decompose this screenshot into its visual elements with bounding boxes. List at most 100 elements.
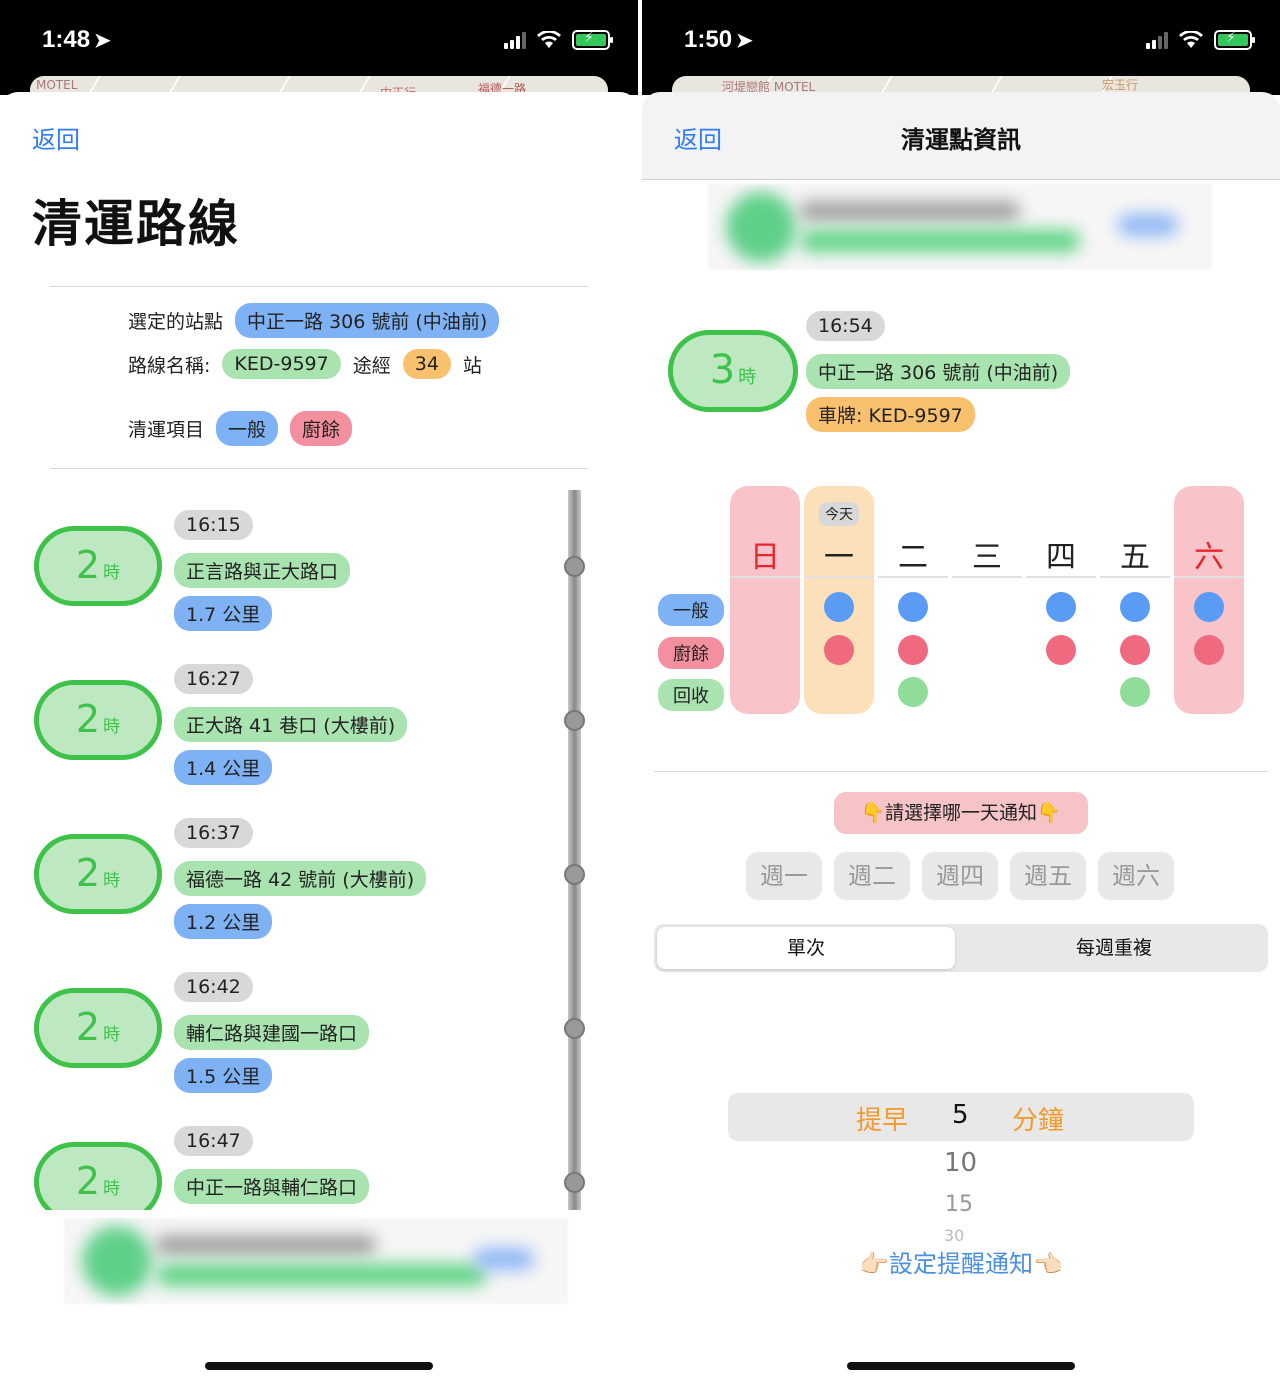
header-divider bbox=[1100, 576, 1170, 578]
picker-option[interactable]: 15 bbox=[945, 1192, 973, 1217]
category-label: 廚餘 bbox=[658, 637, 724, 669]
schedule-dot bbox=[1194, 635, 1224, 665]
today-badge: 今天 bbox=[819, 502, 859, 526]
stop-info-screen: 1:50 ➤ ⚡ 河堤戀館 MOTEL 宏玉行 返回 清運點資訊 3時 16:54… bbox=[642, 0, 1280, 1388]
picker-before-label: 提早 bbox=[856, 1106, 909, 1136]
stop-name-badge: 正大路 41 巷口 (大樓前) bbox=[174, 707, 408, 742]
eta-unit: 時 bbox=[103, 717, 121, 737]
weekday-button[interactable]: 週四 bbox=[922, 852, 998, 900]
header-divider bbox=[1026, 576, 1096, 578]
schedule-dot bbox=[824, 635, 854, 665]
eta-number: 2 bbox=[75, 1159, 101, 1203]
schedule-dot bbox=[1194, 592, 1224, 622]
eta-badge: 2時 bbox=[34, 680, 162, 760]
timeline-dot bbox=[564, 864, 585, 885]
header-divider bbox=[952, 576, 1022, 578]
header-divider bbox=[1174, 576, 1244, 578]
repeat-segmented-control: 單次 每週重複 bbox=[654, 924, 1268, 972]
eta-badge: 2時 bbox=[34, 526, 162, 606]
eta-badge: 3時 bbox=[668, 330, 798, 412]
arrival-time-badge: 16:54 bbox=[806, 311, 885, 341]
schedule-dot bbox=[898, 635, 928, 665]
timeline-dot bbox=[564, 1172, 585, 1193]
nav-bar: 返回 清運點資訊 bbox=[642, 92, 1280, 180]
ad-banner[interactable] bbox=[64, 1218, 568, 1304]
picker-option[interactable]: 10 bbox=[944, 1148, 977, 1178]
eta-unit: 時 bbox=[103, 1179, 121, 1199]
eta-number: 2 bbox=[75, 851, 101, 895]
day-header: 二 bbox=[898, 540, 928, 575]
header-divider bbox=[804, 576, 874, 578]
arrival-time-badge: 16:15 bbox=[174, 510, 253, 540]
distance-badge: 1.7 公里 bbox=[174, 596, 273, 631]
arrival-time-badge: 16:47 bbox=[174, 1126, 253, 1156]
header-divider bbox=[878, 576, 948, 578]
map-label: 宏玉行 bbox=[1102, 78, 1139, 92]
home-indicator bbox=[847, 1362, 1075, 1370]
eta-unit: 時 bbox=[103, 563, 121, 583]
weekday-button[interactable]: 週二 bbox=[834, 852, 910, 900]
set-reminder-button[interactable]: 👉🏻設定提醒通知👈🏻 bbox=[642, 1244, 1280, 1279]
timeline-dot bbox=[564, 556, 585, 577]
home-indicator bbox=[205, 1362, 433, 1370]
schedule-dot bbox=[898, 677, 928, 707]
stop-name-badge: 福德一路 42 號前 (大樓前) bbox=[174, 861, 427, 896]
category-label: 回收 bbox=[658, 679, 724, 711]
segment-single[interactable]: 單次 bbox=[657, 927, 955, 969]
schedule-dot bbox=[1046, 635, 1076, 665]
distance-badge: 1.2 公里 bbox=[174, 904, 273, 939]
segment-weekly[interactable]: 每週重複 bbox=[964, 927, 1264, 969]
battery-charging-icon: ⚡ bbox=[1214, 30, 1255, 50]
stop-name-badge: 中正一路 306 號前 (中油前) bbox=[806, 354, 1071, 389]
timeline-dot bbox=[564, 710, 585, 731]
stop-name-badge: 中正一路與輔仁路口 bbox=[174, 1169, 370, 1204]
weekend-column bbox=[730, 486, 800, 714]
eta-badge: 2時 bbox=[34, 1142, 162, 1210]
schedule-dot bbox=[1046, 592, 1076, 622]
schedule-dot bbox=[824, 592, 854, 622]
nav-title: 清運點資訊 bbox=[901, 126, 1021, 154]
picker-option[interactable]: 30 bbox=[944, 1226, 964, 1245]
ad-banner[interactable] bbox=[708, 184, 1212, 270]
eta-badge: 2時 bbox=[34, 988, 162, 1068]
stop-name-badge: 正言路與正大路口 bbox=[174, 553, 351, 588]
day-header: 六 bbox=[1194, 540, 1224, 575]
eta-number: 2 bbox=[75, 543, 101, 587]
divider bbox=[654, 771, 1268, 772]
status-time: 1:50 ➤ bbox=[684, 26, 753, 53]
category-label: 一般 bbox=[658, 594, 724, 626]
route-screen: 1:48➤ ⚡ MOTEL 中正行 福德一路 返回 清運路線 選定的站點 中正一… bbox=[0, 0, 638, 1388]
eta-number: 2 bbox=[75, 1005, 101, 1049]
eta-unit: 時 bbox=[103, 1025, 121, 1045]
distance-badge: 1.4 公里 bbox=[174, 750, 273, 785]
eta-unit: 時 bbox=[103, 871, 121, 891]
eta-number: 3 bbox=[709, 347, 736, 393]
signal-icon bbox=[1146, 31, 1168, 49]
weekday-button[interactable]: 週六 bbox=[1098, 852, 1174, 900]
schedule-dot bbox=[1120, 592, 1150, 622]
stop-list: 2 時 16:15 正言路與正大路口 1.7 公里 2 時 16:27 正大路 41 巷口 (大… bbox=[0, 0, 638, 1210]
header-divider bbox=[730, 576, 800, 578]
eta-badge: 2時 bbox=[34, 834, 162, 914]
eta-number: 2 bbox=[75, 697, 101, 741]
schedule-dot bbox=[1120, 677, 1150, 707]
plate-badge: 車牌: KED-9597 bbox=[806, 397, 975, 432]
timeline-dot bbox=[564, 1018, 585, 1039]
arrival-time-badge: 16:27 bbox=[174, 664, 253, 694]
eta-unit: 時 bbox=[738, 367, 757, 388]
weekday-button[interactable]: 週一 bbox=[746, 852, 822, 900]
picker-unit-label: 分鐘 bbox=[1012, 1106, 1065, 1136]
stop-name-badge: 輔仁路與建國一路口 bbox=[174, 1015, 370, 1050]
schedule-dot bbox=[1120, 635, 1150, 665]
day-header: 一 bbox=[824, 540, 854, 575]
day-header: 五 bbox=[1120, 540, 1150, 575]
arrival-time-badge: 16:37 bbox=[174, 818, 253, 848]
day-header: 日 bbox=[750, 540, 780, 575]
picker-selected-value[interactable]: 5 bbox=[952, 1100, 969, 1130]
day-header: 三 bbox=[972, 540, 1002, 575]
schedule-dot bbox=[898, 592, 928, 622]
arrival-time-badge: 16:42 bbox=[174, 972, 253, 1002]
location-arrow-icon: ➤ bbox=[736, 30, 753, 52]
notify-day-prompt: 👇請選擇哪一天通知👇 bbox=[834, 792, 1088, 834]
weekday-button[interactable]: 週五 bbox=[1010, 852, 1086, 900]
